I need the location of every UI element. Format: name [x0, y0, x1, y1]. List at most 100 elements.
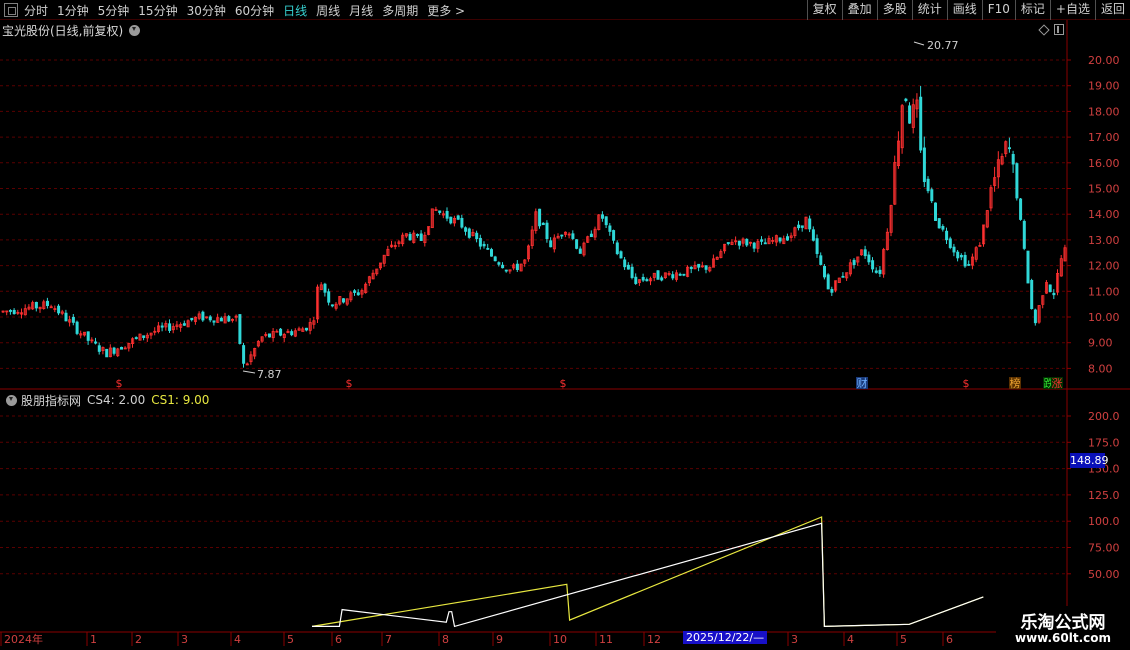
- back-button[interactable]: 返回: [1094, 0, 1130, 20]
- candle-body: [956, 251, 960, 259]
- event-marker-rank: 榜: [1010, 376, 1021, 390]
- candle-body: [434, 209, 438, 211]
- candle-body: [460, 217, 464, 228]
- candle-body: [46, 300, 50, 306]
- candle-body: [149, 332, 153, 336]
- candle-body: [823, 266, 827, 278]
- candle-body: [552, 237, 556, 250]
- candle-body: [852, 259, 856, 266]
- candle-body: [996, 159, 1000, 178]
- candle-body: [415, 234, 419, 236]
- candle-body: [75, 321, 79, 334]
- candle-body: [934, 202, 938, 221]
- candle-body: [737, 240, 741, 246]
- candle-body: [952, 246, 956, 253]
- candle-body: [271, 331, 275, 339]
- candle-body: [908, 105, 912, 124]
- candle-body: [79, 333, 83, 336]
- candle-body: [123, 347, 127, 350]
- period-5min[interactable]: 5分钟: [98, 2, 130, 19]
- candle-body: [197, 313, 201, 319]
- indicator-line-cs1: [311, 516, 984, 628]
- candle-body: [597, 214, 601, 231]
- candle-body: [242, 345, 246, 364]
- candle-body: [834, 280, 838, 291]
- candle-body: [1041, 295, 1045, 305]
- candle-body: [375, 268, 379, 275]
- period-weekly[interactable]: 周线: [316, 2, 340, 19]
- period-30min[interactable]: 30分钟: [187, 2, 226, 19]
- candle-body: [427, 226, 431, 235]
- diamond-icon[interactable]: [1038, 23, 1050, 36]
- low-label: 7.87: [257, 368, 282, 381]
- indicator-title-row: 股朋指标网 CS4: 2.00 CS1: 9.00: [2, 392, 209, 408]
- indicator-dropdown-icon[interactable]: [6, 394, 17, 406]
- watermark-url: www.60lt.com: [1014, 631, 1112, 645]
- candle-body: [782, 238, 786, 245]
- candle-body: [863, 249, 867, 257]
- period-monthly[interactable]: 月线: [349, 2, 373, 19]
- high-label: 20.77: [927, 39, 959, 52]
- panel-toggle-icon[interactable]: [1054, 24, 1064, 35]
- period-more[interactable]: 更多 >: [427, 2, 465, 19]
- candle-body: [567, 233, 571, 236]
- add-watchlist-button[interactable]: +自选: [1049, 0, 1095, 20]
- candle-body: [1000, 156, 1004, 165]
- candle-body: [686, 266, 690, 277]
- candle-body: [1004, 141, 1008, 155]
- candle-body: [456, 215, 460, 220]
- period-intraday[interactable]: 分时: [24, 2, 48, 19]
- low-annotation: 7.87: [242, 368, 282, 381]
- mark-button[interactable]: 标记: [1014, 0, 1050, 20]
- window-icon[interactable]: [4, 3, 18, 17]
- candle-body: [238, 314, 242, 344]
- dropdown-icon[interactable]: [129, 24, 141, 36]
- period-60min[interactable]: 60分钟: [235, 2, 274, 19]
- candle-body: [493, 256, 497, 262]
- candle-body: [786, 236, 790, 241]
- candle-body: [378, 262, 382, 269]
- candle-body: [719, 251, 723, 258]
- candle-body: [571, 233, 575, 239]
- period-1min[interactable]: 1分钟: [57, 2, 89, 19]
- candle-body: [293, 330, 297, 337]
- candle-body: [193, 316, 197, 322]
- candle-body: [1022, 220, 1026, 249]
- candle-body: [330, 304, 334, 307]
- candle-body: [60, 311, 64, 314]
- candle-body: [501, 264, 505, 269]
- period-daily[interactable]: 日线: [283, 2, 307, 19]
- fuquan-button[interactable]: 复权: [806, 0, 842, 20]
- axis-lines: [0, 20, 1130, 633]
- statistics-button[interactable]: 统计: [911, 0, 947, 20]
- candle-body: [615, 242, 619, 255]
- multi-stock-button[interactable]: 多股: [876, 0, 912, 20]
- candle-body: [49, 306, 53, 309]
- period-multi[interactable]: 多周期: [382, 2, 418, 19]
- marker-background: [1051, 377, 1063, 389]
- candle-body: [260, 336, 264, 342]
- candle-body: [190, 317, 194, 321]
- candle-body: [445, 210, 449, 219]
- f10-button[interactable]: F10: [981, 0, 1015, 20]
- candle-body: [208, 316, 212, 321]
- period-15min[interactable]: 15分钟: [138, 2, 177, 19]
- candle-body: [497, 262, 501, 265]
- candle-body: [556, 235, 560, 239]
- candle-body: [634, 276, 638, 284]
- candle-body: [323, 283, 327, 293]
- candle-body: [245, 363, 249, 366]
- candle-body: [175, 324, 179, 327]
- watermark-title: 乐淘公式网: [1020, 613, 1106, 633]
- candle-body: [508, 269, 512, 272]
- main-y-axis: 20.00 19.00 18.00 17.00 16.00 15.00 14.00 13.00…: [1067, 54, 1120, 375]
- draw-line-button[interactable]: 画线: [946, 0, 982, 20]
- chart-corner-icons: [1038, 23, 1064, 36]
- candle-body: [334, 303, 338, 309]
- candle-body: [68, 319, 72, 323]
- candle-body: [267, 333, 271, 338]
- candle-body: [371, 272, 375, 280]
- candle-body: [541, 222, 545, 226]
- overlay-button[interactable]: 叠加: [841, 0, 877, 20]
- x-tick-label: 9: [496, 633, 503, 646]
